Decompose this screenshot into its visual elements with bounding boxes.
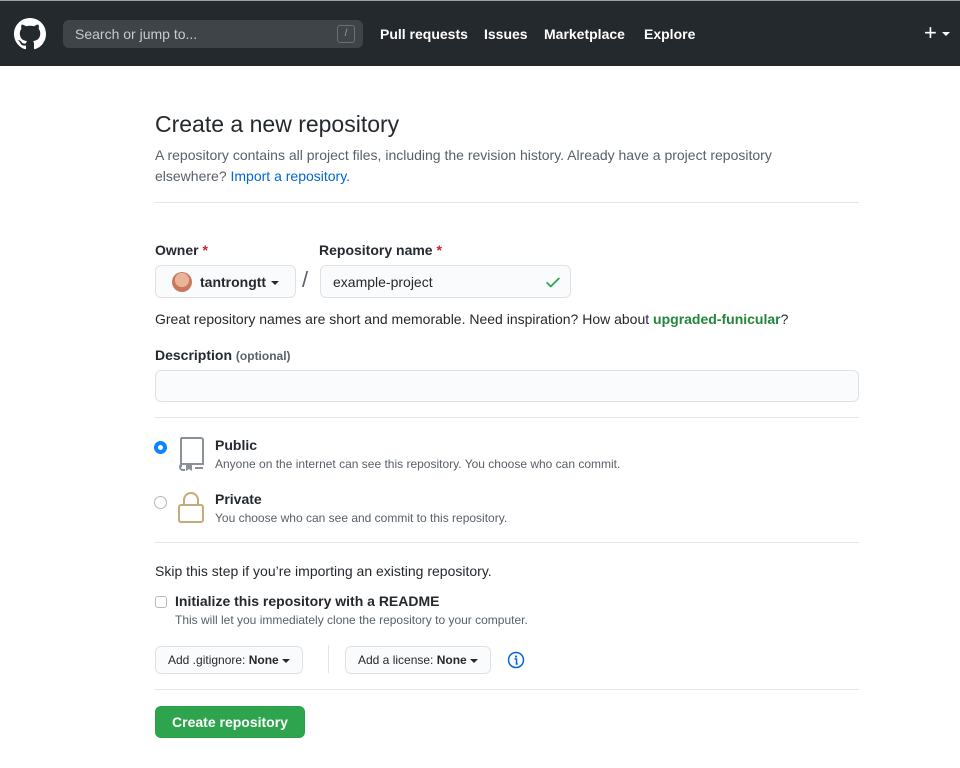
lock-icon (178, 492, 204, 523)
divider (155, 202, 859, 203)
required-mark: * (436, 242, 442, 258)
description-input[interactable] (156, 371, 858, 401)
optional-tag: (optional) (235, 349, 291, 363)
search-box[interactable]: / (63, 20, 363, 48)
public-desc: Anyone on the internet can see this repo… (215, 457, 621, 471)
search-shortcut-key: / (337, 25, 355, 43)
gitignore-label: Add .gitignore: (168, 653, 246, 667)
description-field[interactable] (155, 370, 859, 402)
license-value: None (436, 653, 467, 667)
suggested-name-link[interactable]: upgraded-funicular (653, 311, 781, 327)
private-desc: You choose who can see and commit to thi… (215, 511, 508, 525)
owner-repo-separator: / (302, 267, 309, 292)
skip-note: Skip this step if you’re importing an ex… (155, 563, 492, 579)
public-radio[interactable] (154, 441, 167, 454)
info-icon[interactable] (507, 651, 525, 669)
owner-value: tantrongtt (200, 274, 267, 290)
gitignore-select[interactable]: Add .gitignore: None (155, 646, 304, 674)
chevron-down-icon (282, 658, 291, 663)
owner-select[interactable]: tantrongtt (155, 265, 296, 298)
import-repository-link[interactable]: Import a repository. (231, 168, 351, 184)
chevron-down-icon[interactable] (942, 32, 950, 36)
private-title: Private (215, 491, 262, 507)
chevron-down-icon (470, 658, 479, 663)
plus-icon[interactable]: + (924, 21, 937, 45)
repo-name-label-text: Repository name (319, 242, 433, 258)
hint-suffix: ? (780, 311, 789, 327)
divider (155, 542, 859, 543)
repo-name-input[interactable] (321, 266, 570, 297)
repo-name-field[interactable] (320, 265, 571, 298)
divider (328, 645, 329, 673)
avatar (172, 272, 192, 292)
hint-text: Great repository names are short and mem… (155, 311, 650, 327)
owner-label: Owner * (155, 242, 208, 258)
chevron-down-icon (271, 281, 279, 285)
readme-desc: This will let you immediately clone the … (175, 613, 528, 627)
gitignore-value: None (248, 653, 279, 667)
top-header: / Pull requests Issues Marketplace Explo… (0, 0, 960, 66)
description-label: Description (optional) (155, 347, 291, 363)
github-mark-icon[interactable] (14, 18, 46, 50)
public-title: Public (215, 437, 258, 453)
divider (155, 689, 859, 690)
repo-icon (178, 437, 204, 471)
nav-issues[interactable]: Issues (484, 26, 528, 42)
nav-pull-requests[interactable]: Pull requests (380, 26, 468, 42)
page-title: Create a new repository (155, 111, 400, 137)
private-radio[interactable] (154, 496, 167, 509)
nav-marketplace[interactable]: Marketplace (544, 26, 625, 42)
nav-explore[interactable]: Explore (644, 26, 695, 42)
readme-label[interactable]: Initialize this repository with a README (175, 593, 439, 609)
license-label: Add a license: (358, 653, 434, 667)
repo-name-label: Repository name * (319, 242, 442, 258)
repo-name-hint: Great repository names are short and mem… (155, 311, 788, 327)
page-subtitle: A repository contains all project files,… (155, 145, 835, 187)
readme-checkbox[interactable] (155, 596, 167, 608)
license-select[interactable]: Add a license: None (345, 646, 492, 674)
check-icon (546, 277, 560, 288)
search-input[interactable] (63, 20, 363, 48)
owner-label-text: Owner (155, 242, 199, 258)
divider (155, 417, 859, 418)
description-label-text: Description (155, 347, 233, 363)
create-repository-button[interactable]: Create repository (155, 706, 305, 738)
required-mark: * (202, 242, 208, 258)
